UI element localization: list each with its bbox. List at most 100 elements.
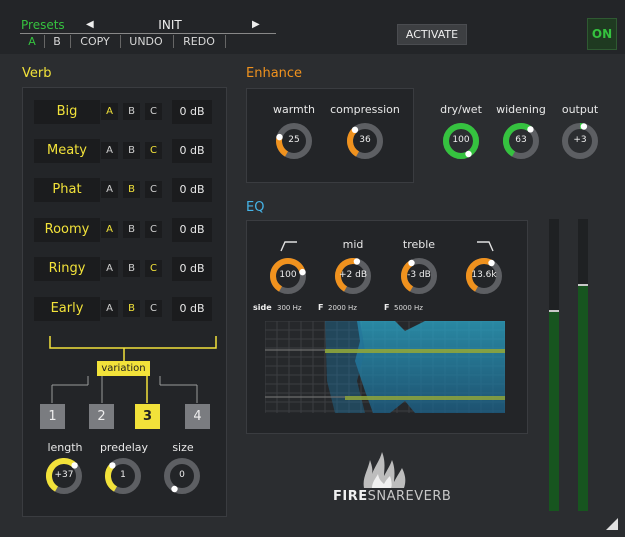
eq-sub-prefix: side — [253, 303, 272, 312]
verb-early-variant-a-button[interactable]: A — [101, 300, 118, 317]
enhance-title: Enhance — [246, 66, 303, 81]
knob-value: +3 — [573, 135, 587, 145]
verb-roomy-variant-c-button[interactable]: C — [145, 221, 162, 238]
verb-ringy-variant-c-button[interactable]: C — [145, 260, 162, 277]
eq-treble-knob[interactable]: -3 dB — [400, 257, 438, 295]
verb-type-big[interactable]: Big — [34, 100, 100, 124]
dry-wet-knob[interactable]: 100 — [442, 122, 480, 160]
eq-sub-prefix: F — [384, 303, 390, 312]
brand-logo-bold: FIRE — [333, 489, 368, 504]
preset-divider — [20, 33, 276, 34]
verb-level-value[interactable]: 0 dB — [172, 297, 212, 321]
output-meter-level — [578, 286, 588, 511]
verb-big-variant-c-button[interactable]: C — [145, 103, 162, 120]
verb-type-early[interactable]: Early — [34, 297, 100, 321]
separator — [225, 35, 226, 48]
variation-2-button[interactable]: 2 — [89, 404, 114, 429]
warmth-label: warmth — [272, 103, 316, 116]
separator — [173, 35, 174, 48]
preset-prev-icon[interactable]: ◀ — [86, 19, 94, 30]
length-knob[interactable]: +37 — [45, 457, 83, 495]
verb-level-value[interactable]: 0 dB — [172, 100, 212, 124]
verb-phat-variant-b-button[interactable]: B — [123, 181, 140, 198]
eq-sub-prefix: F — [318, 303, 324, 312]
eq-mid-knob[interactable]: +2 dB — [334, 257, 372, 295]
verb-phat-variant-c-button[interactable]: C — [145, 181, 162, 198]
verb-type-phat[interactable]: Phat — [34, 178, 100, 202]
knob-value: -3 dB — [407, 270, 431, 280]
knob-value: 36 — [359, 135, 371, 145]
brand-logo: FIRESNAREVERB — [333, 489, 451, 504]
output-label: output — [561, 103, 599, 116]
verb-level-value[interactable]: 0 dB — [172, 178, 212, 202]
size-label: size — [172, 441, 194, 454]
knob-value: 100 — [279, 270, 297, 280]
preset-a-button[interactable]: A — [22, 35, 42, 49]
separator — [44, 35, 45, 48]
eq-frequency-value[interactable]: 5000 Hz — [394, 304, 423, 312]
eq-low-knob[interactable]: 100 — [269, 257, 307, 295]
flame-logo-icon — [363, 452, 406, 488]
power-on-button[interactable]: ON — [587, 18, 617, 50]
knob-value: 1 — [120, 470, 126, 480]
variation-label: variation — [97, 361, 150, 376]
resize-handle-icon[interactable] — [606, 518, 618, 530]
output-meter-peak — [549, 310, 559, 312]
warmth-knob[interactable]: 25 — [275, 122, 313, 160]
preset-b-button[interactable]: B — [46, 35, 68, 49]
preset-next-icon[interactable]: ▶ — [252, 19, 260, 30]
output-knob[interactable]: +3 — [561, 122, 599, 160]
output-meter-level — [549, 312, 559, 511]
eq-frequency-value[interactable]: 300 Hz — [277, 304, 302, 312]
activate-button[interactable]: ACTIVATE — [397, 24, 467, 45]
knob-value: +37 — [54, 470, 74, 480]
compression-label: compression — [330, 103, 400, 116]
eq-spectrum-display — [265, 321, 505, 413]
verb-level-value[interactable]: 0 dB — [172, 139, 212, 163]
eq-treble-label: treble — [402, 238, 436, 251]
verb-phat-variant-a-button[interactable]: A — [101, 181, 118, 198]
verb-early-variant-c-button[interactable]: C — [145, 300, 162, 317]
lowpass-icon — [475, 237, 495, 252]
verb-big-variant-a-button[interactable]: A — [101, 103, 118, 120]
preset-name[interactable]: INIT — [100, 18, 240, 32]
copy-button[interactable]: COPY — [72, 35, 118, 49]
knob-value: 13.6k — [471, 270, 497, 280]
variation-1-button[interactable]: 1 — [40, 404, 65, 429]
verb-level-value[interactable]: 0 dB — [172, 257, 212, 281]
separator — [70, 35, 71, 48]
output-meter-peak — [578, 284, 588, 286]
verb-meaty-variant-b-button[interactable]: B — [123, 142, 140, 159]
variation-4-button[interactable]: 4 — [185, 404, 210, 429]
eq-title: EQ — [246, 200, 265, 215]
verb-big-variant-b-button[interactable]: B — [123, 103, 140, 120]
verb-meaty-variant-a-button[interactable]: A — [101, 142, 118, 159]
separator — [120, 35, 121, 48]
verb-ringy-variant-a-button[interactable]: A — [101, 260, 118, 277]
predelay-knob[interactable]: 1 — [104, 457, 142, 495]
size-knob[interactable]: 0 — [163, 457, 201, 495]
knob-value: 63 — [515, 135, 527, 145]
knob-value: +2 dB — [338, 270, 367, 280]
verb-roomy-variant-a-button[interactable]: A — [101, 221, 118, 238]
undo-button[interactable]: UNDO — [122, 35, 170, 49]
presets-title: Presets — [21, 18, 65, 32]
widening-knob[interactable]: 63 — [502, 122, 540, 160]
highpass-icon — [279, 237, 299, 252]
knob-value: 100 — [452, 135, 470, 145]
compression-knob[interactable]: 36 — [346, 122, 384, 160]
verb-roomy-variant-b-button[interactable]: B — [123, 221, 140, 238]
variation-3-button[interactable]: 3 — [135, 404, 160, 429]
verb-meaty-variant-c-button[interactable]: C — [145, 142, 162, 159]
redo-button[interactable]: REDO — [175, 35, 223, 49]
knob-value: 25 — [288, 135, 300, 145]
brand-logo-light: SNAREVERB — [367, 489, 452, 504]
eq-frequency-value[interactable]: 2000 Hz — [328, 304, 357, 312]
verb-type-roomy[interactable]: Roomy — [34, 218, 100, 242]
verb-level-value[interactable]: 0 dB — [172, 218, 212, 242]
verb-type-meaty[interactable]: Meaty — [34, 139, 100, 163]
verb-ringy-variant-b-button[interactable]: B — [123, 260, 140, 277]
eq-high-knob[interactable]: 13.6k — [465, 257, 503, 295]
verb-early-variant-b-button[interactable]: B — [123, 300, 140, 317]
verb-type-ringy[interactable]: Ringy — [34, 257, 100, 281]
